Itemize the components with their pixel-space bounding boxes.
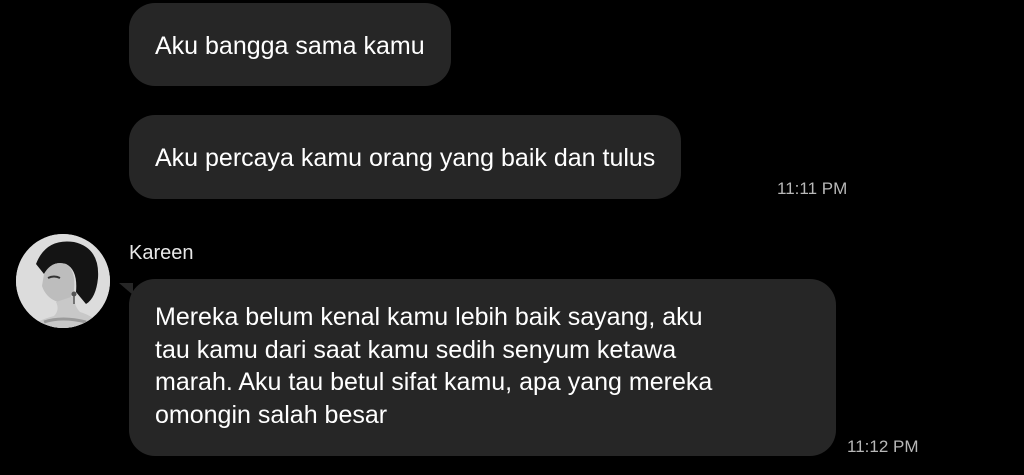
sender-name: Kareen <box>129 242 194 264</box>
message-line: marah. Aku tau betul sifat kamu, apa yan… <box>155 368 713 396</box>
profile-photo-icon <box>16 234 110 328</box>
message-line: tau kamu dari saat kamu sedih senyum ket… <box>155 335 677 364</box>
message-text: Aku bangga sama kamu <box>155 32 425 60</box>
incoming-message-bubble[interactable]: Mereka belum kenal kamu lebih baik sayan… <box>129 279 836 456</box>
message-timestamp: 11:12 PM <box>847 437 919 456</box>
chat-thread: Aku bangga sama kamu Aku percaya kamu or… <box>0 0 1024 475</box>
message-text: Aku percaya kamu orang yang baik dan tul… <box>155 144 656 172</box>
message-line: Mereka belum kenal kamu lebih baik sayan… <box>155 303 703 331</box>
message-bubble[interactable]: Aku percaya kamu orang yang baik dan tul… <box>129 115 682 199</box>
message-timestamp: 11:11 PM <box>777 179 848 198</box>
avatar[interactable] <box>16 234 110 328</box>
message-line: omongin salah besar <box>155 400 388 429</box>
message-bubble[interactable]: Aku bangga sama kamu <box>129 3 451 86</box>
